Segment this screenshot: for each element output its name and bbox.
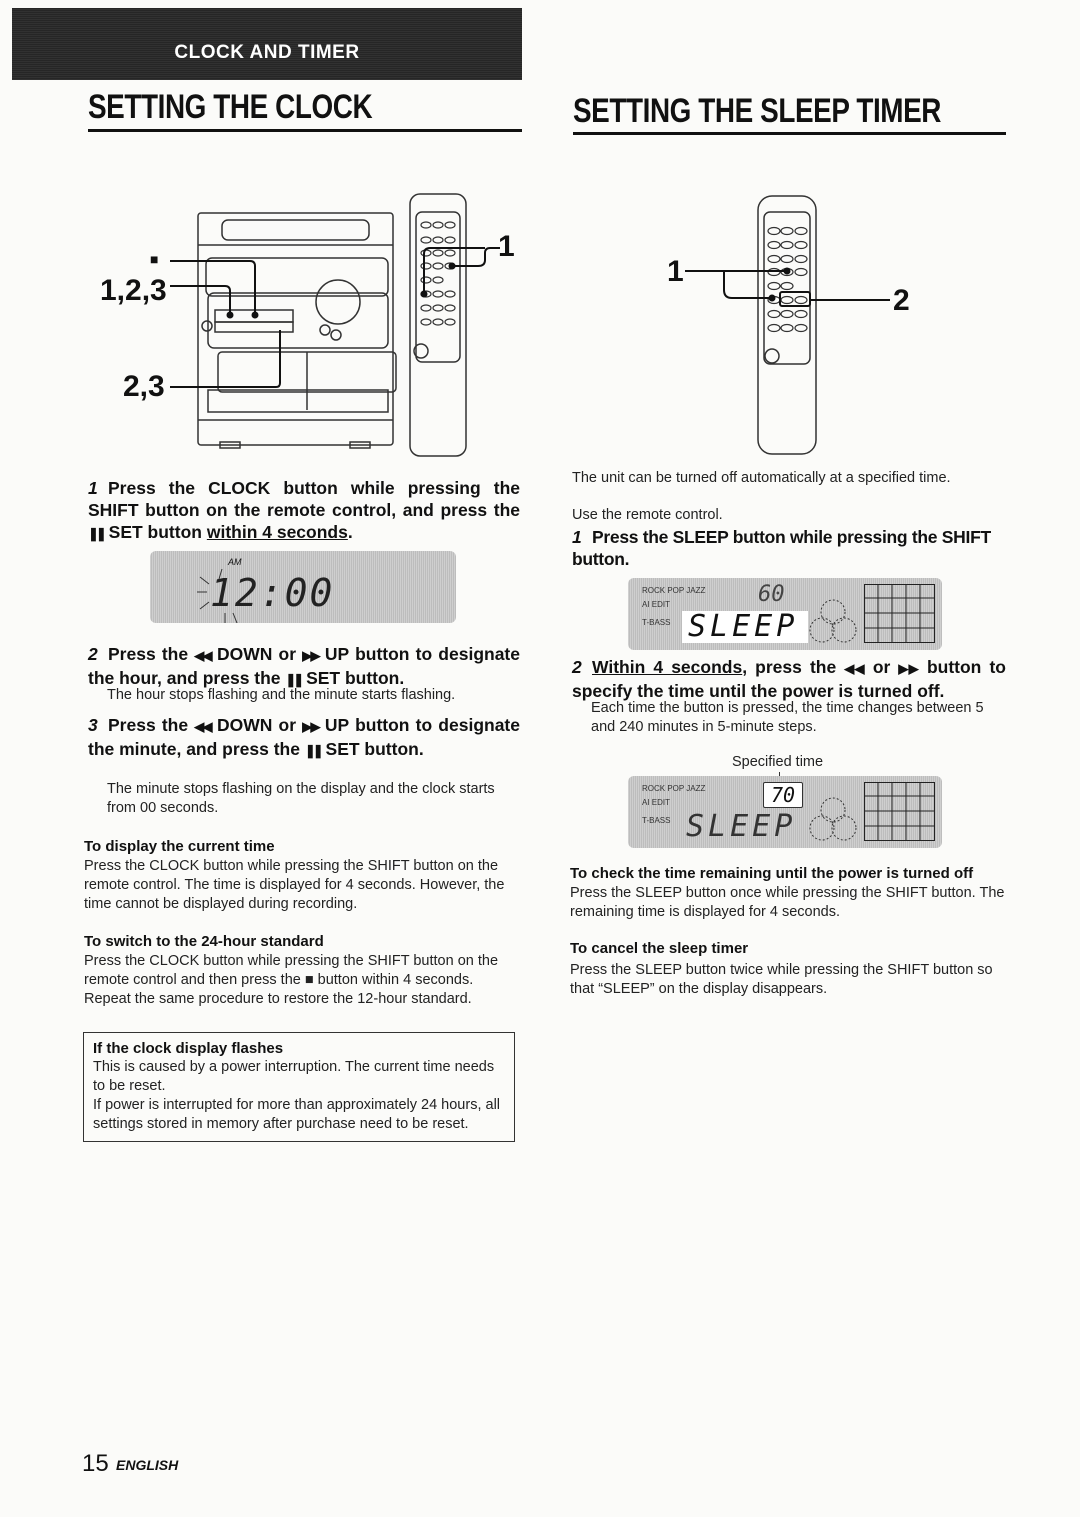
rewind-icon: ◀◀ <box>844 661 868 676</box>
callout-dot <box>783 267 791 275</box>
note-cancel-title: To cancel the sleep timer <box>570 940 749 957</box>
sleep-heading: SETTING THE SLEEP TIMER <box>573 92 942 130</box>
specified-time-caption: Specified time <box>732 754 824 770</box>
sleep-callout-2: 2 <box>893 284 910 317</box>
rewind-icon: ◀◀ <box>194 648 214 663</box>
note-check-remaining-text: Press the SLEEP button once while pressi… <box>570 885 1005 920</box>
flash-indicator-icon <box>197 569 238 623</box>
display-label-t-bass: T-BASS <box>642 816 671 825</box>
callout-1: 1 <box>498 230 515 263</box>
pause-set-icon: ❚❚ <box>304 743 324 758</box>
clock-heading-rule <box>88 129 522 132</box>
infobox-line: If power is interrupted for more than ap… <box>93 1097 501 1132</box>
note-display-time-text: Press the CLOCK button while pressing th… <box>84 858 505 912</box>
callout-1-2-3: 1,2,3 <box>100 274 167 307</box>
spectrum-grid-icon <box>864 782 935 841</box>
display-label-ai-edit: AI EDIT <box>642 600 671 609</box>
display-label-rock-pop-jazz: ROCK POP JAZZ <box>642 784 706 793</box>
display-label-t-bass: T-BASS <box>642 618 671 627</box>
page-number: 15 <box>82 1450 109 1477</box>
fast-forward-icon: ▶▶ <box>302 719 322 734</box>
callout-dot <box>251 311 259 319</box>
callout-2-3: 2,3 <box>123 370 165 403</box>
sleep-display-1: ROCK POP JAZZ AI EDIT T-BASS 60 SLEEP <box>628 578 942 650</box>
clock-heading: SETTING THE CLOCK <box>88 88 373 126</box>
clock-step-3-body: The minute stops flashing on the display… <box>107 781 495 816</box>
note-display-time-title: To display the current time <box>84 838 275 855</box>
infobox-line: This is caused by a power interruption. … <box>93 1059 495 1094</box>
sleep-display-2: ROCK POP JAZZ AI EDIT T-BASS 70 SLEEP <box>628 776 942 848</box>
display-label-ai-edit: AI EDIT <box>642 798 671 807</box>
sleep-intro: The unit can be turned off automatically… <box>572 470 951 486</box>
sleep-step-2: 2 Within 4 seconds, press the ◀◀ or ▶▶ bu… <box>572 657 1006 701</box>
remote-drawing <box>409 193 467 457</box>
callout-dot <box>420 290 428 298</box>
sleep-minutes-readout: 60 <box>758 582 785 607</box>
remote-drawing <box>757 195 817 455</box>
sleep-word-readout: SLEEP <box>682 611 808 643</box>
callout-stop: ■ <box>150 251 159 267</box>
section-banner: CLOCK AND TIMER <box>12 8 522 80</box>
sleep-heading-rule <box>573 132 1006 135</box>
clock-step-2: 2 Press the ◀◀ DOWN or ▶▶ UP button to de… <box>88 644 520 688</box>
pause-set-icon: ❚❚ <box>285 672 304 687</box>
language-label: ENGLISH <box>116 1457 179 1473</box>
sleep-step-1: 1 Press the SLEEP button while pressing t… <box>572 527 991 569</box>
rewind-icon: ◀◀ <box>194 719 214 734</box>
callout-dot <box>448 262 456 270</box>
sleep-callout-1: 1 <box>667 255 684 288</box>
stereo-and-remote-illustration <box>170 193 500 457</box>
pause-set-icon: ❚❚ <box>88 526 107 541</box>
spectrum-grid-icon <box>864 584 935 643</box>
callout-dot <box>226 311 234 319</box>
clock-step-1: 1 Press the CLOCK button while pressing t… <box>88 478 520 542</box>
sleep-word-readout: SLEEP <box>686 809 797 844</box>
stereo-unit-drawing <box>197 212 397 449</box>
clock-step-3: 3 Press the ◀◀ DOWN or ▶▶ UP button to de… <box>88 715 520 759</box>
specified-time-readout: 70 <box>763 782 803 808</box>
note-24-hour-text: Press the CLOCK button while pressing th… <box>84 953 499 1007</box>
note-cancel-text: Press the SLEEP button twice while press… <box>570 962 993 997</box>
surround-icon <box>809 599 857 643</box>
sleep-use-remote: Use the remote control. <box>572 507 723 523</box>
infobox-title: If the clock display flashes <box>93 1040 284 1057</box>
note-check-remaining-title: To check the time remaining until the po… <box>570 865 974 882</box>
note-24-hour-title: To switch to the 24-hour standard <box>84 933 324 950</box>
fast-forward-icon: ▶▶ <box>302 648 322 663</box>
sleep-step-2-body: Each time the button is pressed, the tim… <box>591 700 984 735</box>
step-number: 1 <box>88 478 98 498</box>
am-indicator: AM <box>228 557 242 567</box>
stop-icon: ■ <box>304 972 314 988</box>
display-label-rock-pop-jazz: ROCK POP JAZZ <box>642 586 706 595</box>
clock-flash-infobox: If the clock display flashes This is cau… <box>83 1032 515 1142</box>
clock-step-2-body: The hour stops flashing and the minute s… <box>107 687 456 703</box>
section-banner-label: CLOCK AND TIMER <box>174 42 360 63</box>
fast-forward-icon: ▶▶ <box>898 661 922 676</box>
callout-dot <box>768 294 776 302</box>
surround-icon <box>809 797 857 841</box>
remote-illustration <box>685 195 890 455</box>
clock-display: AM 12:00 <box>150 551 456 623</box>
